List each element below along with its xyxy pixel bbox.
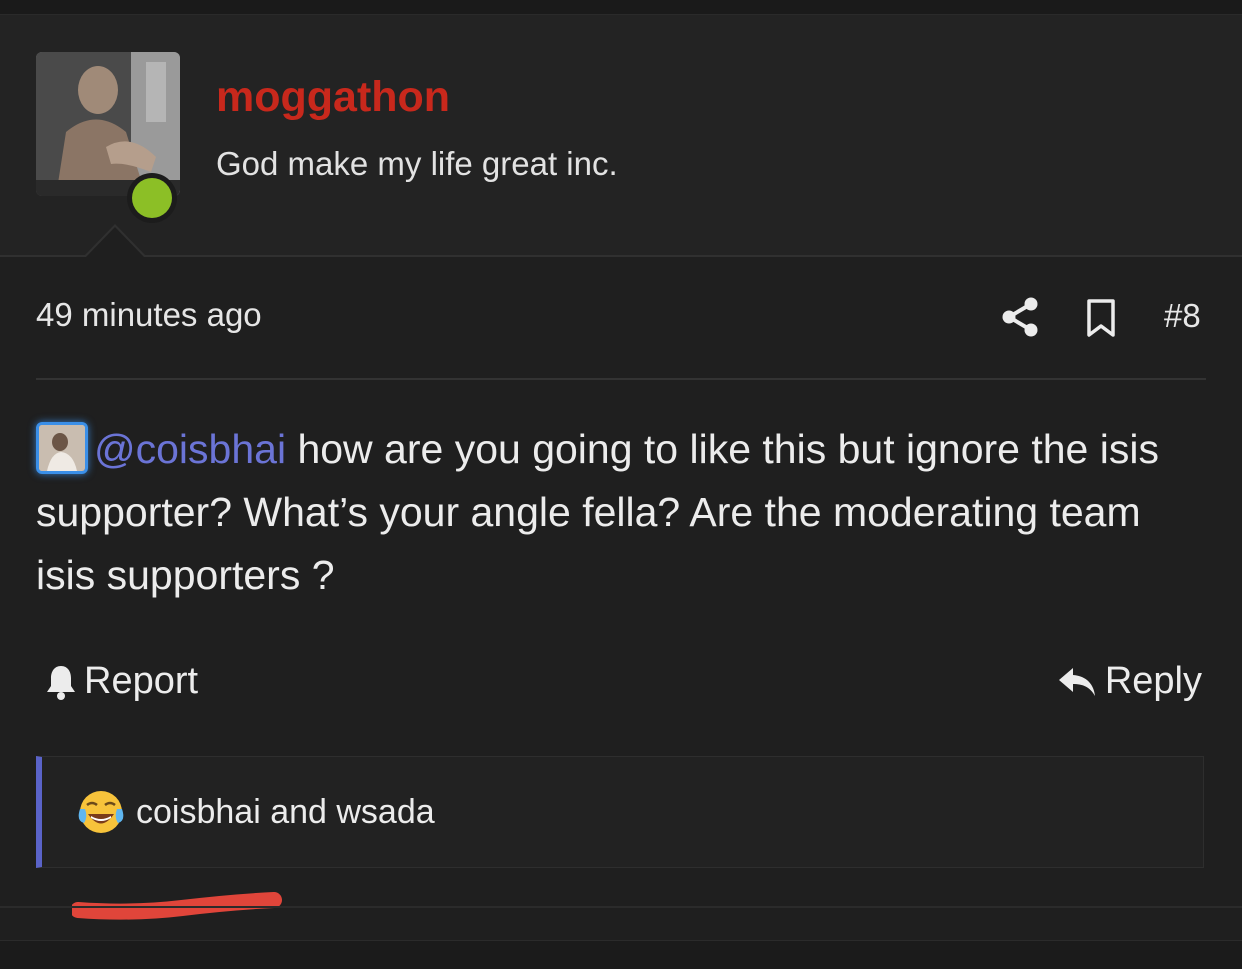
share-icon[interactable] (1000, 296, 1040, 338)
report-label: Report (84, 660, 199, 702)
mention-link[interactable]: @coisbhai (94, 426, 286, 472)
meta-divider (36, 378, 1206, 380)
user-header: moggathon God make my life great inc. (0, 15, 1242, 255)
header-divider (0, 255, 1242, 257)
report-button[interactable]: Report (44, 660, 198, 703)
bell-icon (47, 665, 75, 700)
next-post-edge (0, 940, 1242, 969)
post-timestamp[interactable]: 49 minutes ago (36, 296, 262, 334)
top-divider (0, 0, 1242, 15)
post-divider (0, 906, 1242, 908)
reactions-bar[interactable]: coisbhai and wsada (36, 756, 1204, 868)
bookmark-icon[interactable] (1084, 298, 1118, 338)
red-underline-annotation (72, 892, 282, 920)
reply-button[interactable]: Reply (1057, 660, 1202, 703)
online-status-indicator (127, 173, 177, 223)
reaction-users: coisbhai and wsada (136, 793, 435, 831)
username-link[interactable]: moggathon (216, 73, 450, 122)
tears-of-joy-emoji-icon (78, 791, 124, 833)
post-body: @coisbhai how are you going to like this… (36, 418, 1211, 607)
user-title: God make my life great inc. (216, 145, 618, 182)
reply-icon (1058, 667, 1095, 696)
header-caret (84, 224, 146, 257)
mention-avatar-photo (39, 425, 85, 472)
mention-avatar[interactable] (36, 422, 88, 475)
post-number-link[interactable]: #8 (1164, 297, 1201, 335)
reply-label: Reply (1104, 660, 1202, 702)
